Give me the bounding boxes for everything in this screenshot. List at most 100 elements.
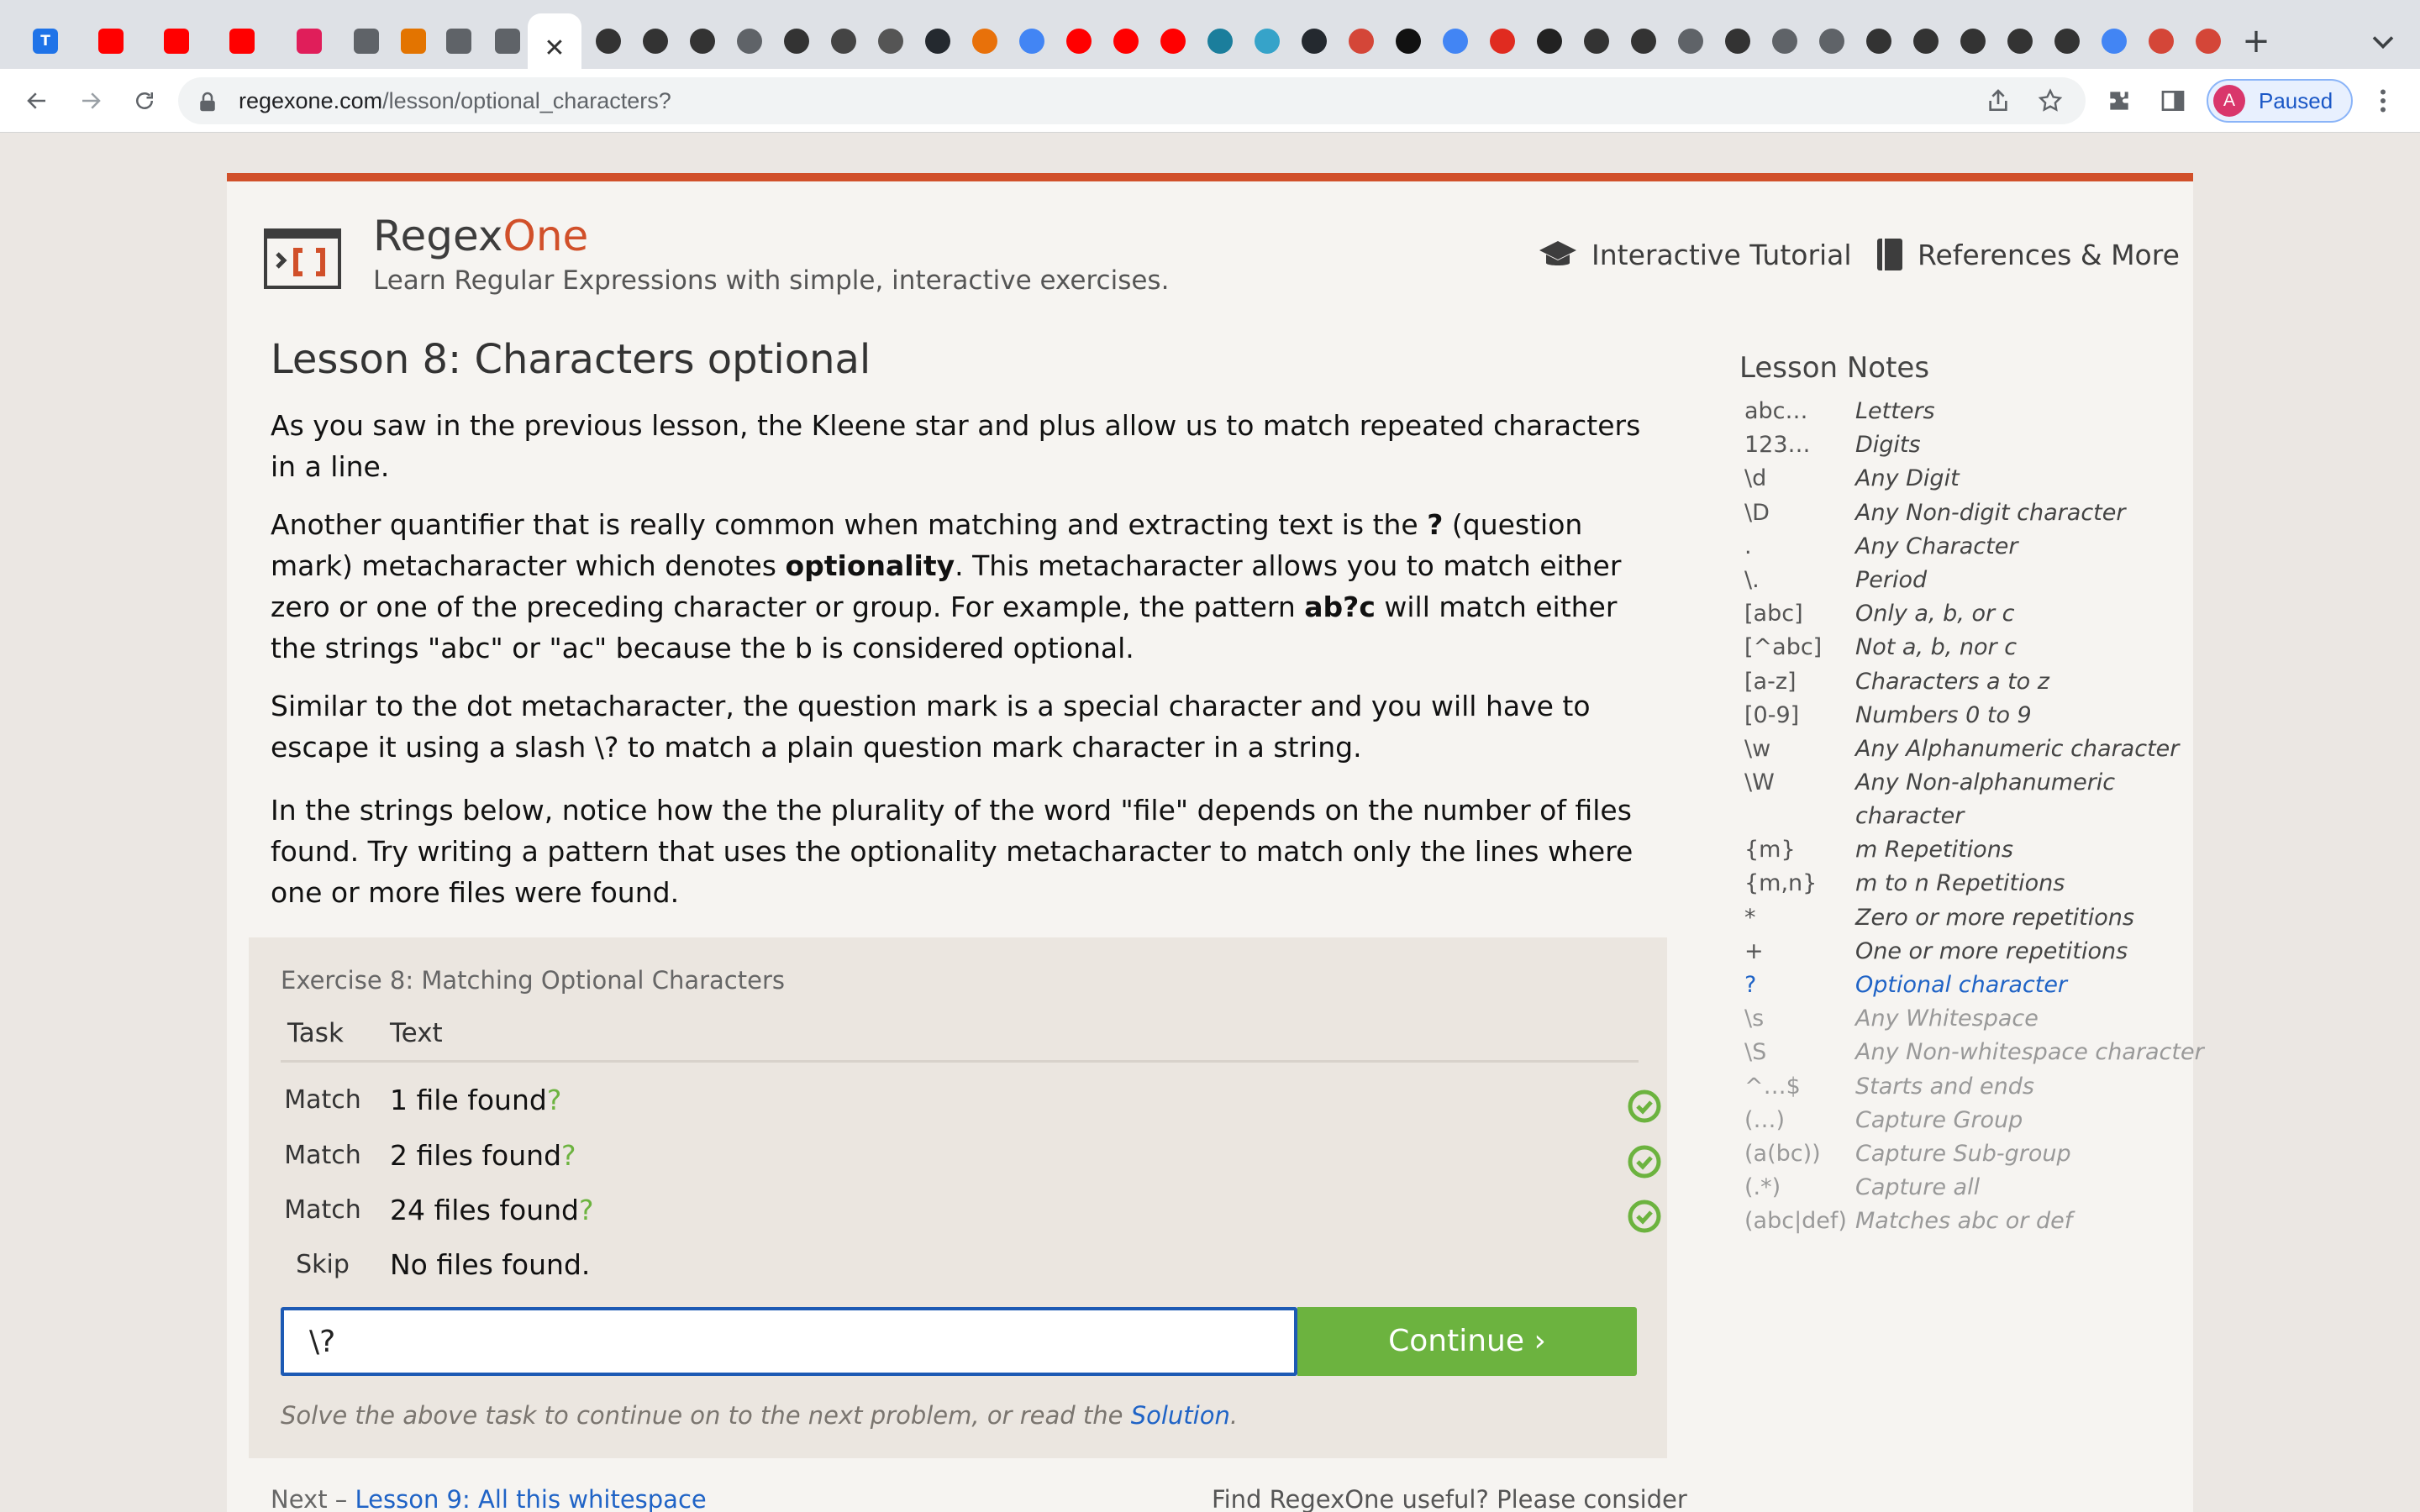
note-description: Optional character xyxy=(1855,972,2068,998)
browser-tab[interactable] xyxy=(1765,13,1805,69)
browser-tab[interactable] xyxy=(682,13,723,69)
nav-tutorial-label: Interactive Tutorial xyxy=(1591,238,1852,271)
globe-icon xyxy=(495,29,520,54)
tab-favicon-icon xyxy=(1725,29,1750,54)
nav-interactive-tutorial[interactable]: Interactive Tutorial xyxy=(1538,234,1852,276)
browser-tab[interactable] xyxy=(91,13,131,69)
browser-tab[interactable] xyxy=(1812,13,1852,69)
browser-tab[interactable] xyxy=(729,13,770,69)
note-description: Period xyxy=(1855,567,1928,593)
browser-tab[interactable] xyxy=(1859,13,1899,69)
browser-tab[interactable] xyxy=(346,13,387,69)
note-description: Only a, b, or c xyxy=(1855,601,2015,627)
browser-tab[interactable] xyxy=(1529,13,1570,69)
browser-tab[interactable] xyxy=(823,13,864,69)
browser-tab[interactable] xyxy=(1953,13,1993,69)
tab-favicon-icon xyxy=(1066,29,1092,54)
site-title[interactable]: RegexOne xyxy=(373,212,588,260)
browser-toolbar: regexone.com/lesson/optional_characters?… xyxy=(0,69,2420,133)
browser-tab[interactable] xyxy=(1482,13,1523,69)
browser-tab[interactable] xyxy=(588,13,629,69)
continue-button[interactable]: Continue › xyxy=(1297,1307,1637,1376)
browser-tab[interactable] xyxy=(918,13,958,69)
address-bar[interactable]: regexone.com/lesson/optional_characters? xyxy=(178,77,2086,124)
note-syntax: [0-9] xyxy=(1744,701,1800,728)
browser-tab[interactable] xyxy=(776,13,817,69)
browser-tab[interactable] xyxy=(2000,13,2040,69)
browser-tab[interactable] xyxy=(1059,13,1099,69)
browser-tab[interactable] xyxy=(222,13,262,69)
regex-input[interactable] xyxy=(281,1307,1297,1376)
browser-tab[interactable] xyxy=(1153,13,1193,69)
browser-tab[interactable] xyxy=(1341,13,1381,69)
next-lesson-link[interactable]: Lesson 9: All this whitespace xyxy=(355,1485,707,1512)
solution-link[interactable]: Solution xyxy=(1131,1401,1230,1430)
profile-button[interactable]: A Paused xyxy=(2207,79,2353,123)
reload-button[interactable] xyxy=(126,82,163,119)
browser-tab[interactable] xyxy=(1906,13,1946,69)
browser-tab[interactable] xyxy=(1623,13,1664,69)
tab-favicon-icon xyxy=(1207,29,1233,54)
note-syntax: \w xyxy=(1744,736,1771,762)
brand-regex: Regex xyxy=(373,212,503,260)
browser-tab[interactable] xyxy=(2094,13,2134,69)
browser-tab[interactable] xyxy=(1294,13,1334,69)
note-description: Characters a to z xyxy=(1855,668,2049,695)
note-description: Numbers 0 to 9 xyxy=(1855,701,2032,728)
note-description: Any Whitespace xyxy=(1855,1005,2039,1032)
browser-tab[interactable] xyxy=(1576,13,1617,69)
bookmark-star-icon[interactable] xyxy=(2037,87,2064,114)
close-tab-icon[interactable]: ✕ xyxy=(544,34,565,63)
tab-favicon-icon xyxy=(1960,29,1986,54)
tab-favicon-icon xyxy=(784,29,809,54)
note-syntax: \D xyxy=(1744,499,1770,526)
browser-tab[interactable] xyxy=(2188,13,2228,69)
note-syntax: * xyxy=(1744,904,1756,931)
tab-favicon-icon xyxy=(2007,29,2033,54)
note-syntax: (abc|def) xyxy=(1744,1208,1847,1235)
browser-tab[interactable] xyxy=(156,13,197,69)
avatar: A xyxy=(2213,85,2245,117)
note-syntax: + xyxy=(1744,937,1764,964)
browser-tab[interactable] xyxy=(289,13,329,69)
lock-icon[interactable] xyxy=(195,89,220,114)
browser-tab[interactable]: T xyxy=(25,13,66,69)
tab-search-icon[interactable] xyxy=(2365,24,2402,60)
column-header-text: Text xyxy=(390,1018,443,1048)
share-icon[interactable] xyxy=(1985,87,2012,114)
browser-tab[interactable] xyxy=(1012,13,1052,69)
browser-tab[interactable] xyxy=(1200,13,1240,69)
forward-arrow-icon xyxy=(82,92,101,109)
note-description: m Repetitions xyxy=(1855,837,2013,864)
browser-tab[interactable] xyxy=(439,13,479,69)
note-description: Any Character xyxy=(1855,533,2018,559)
regexone-logo-icon[interactable] xyxy=(264,228,341,289)
browser-tab[interactable] xyxy=(487,13,528,69)
note-syntax: \. xyxy=(1744,567,1760,593)
browser-tab[interactable] xyxy=(871,13,911,69)
new-tab-button[interactable]: + xyxy=(2235,18,2277,64)
extensions-puzzle-icon[interactable] xyxy=(2106,87,2133,114)
browser-tab[interactable] xyxy=(635,13,676,69)
tab-favicon-icon xyxy=(1113,29,1139,54)
browser-tab[interactable] xyxy=(393,13,434,69)
browser-tab[interactable] xyxy=(965,13,1005,69)
browser-tab[interactable] xyxy=(2047,13,2087,69)
browser-tab[interactable] xyxy=(1435,13,1476,69)
side-panel-icon[interactable] xyxy=(2160,87,2186,114)
exercise-row: Match 24 files found? xyxy=(281,1187,1661,1237)
browser-tab[interactable] xyxy=(1388,13,1428,69)
browser-tab[interactable] xyxy=(1106,13,1146,69)
nav-references[interactable]: References & More xyxy=(1876,234,2180,276)
youtube-icon xyxy=(98,29,124,54)
tab-favicon-icon xyxy=(1490,29,1515,54)
note-syntax: abc… xyxy=(1744,398,1808,424)
browser-tab[interactable] xyxy=(1670,13,1711,69)
back-button[interactable] xyxy=(18,82,55,119)
browser-tab[interactable] xyxy=(1247,13,1287,69)
browser-tab[interactable] xyxy=(1718,13,1758,69)
browser-menu-icon[interactable] xyxy=(2368,84,2398,118)
browser-tab[interactable] xyxy=(2141,13,2181,69)
url-text[interactable]: regexone.com/lesson/optional_characters? xyxy=(239,77,671,124)
forward-button[interactable] xyxy=(72,82,109,119)
